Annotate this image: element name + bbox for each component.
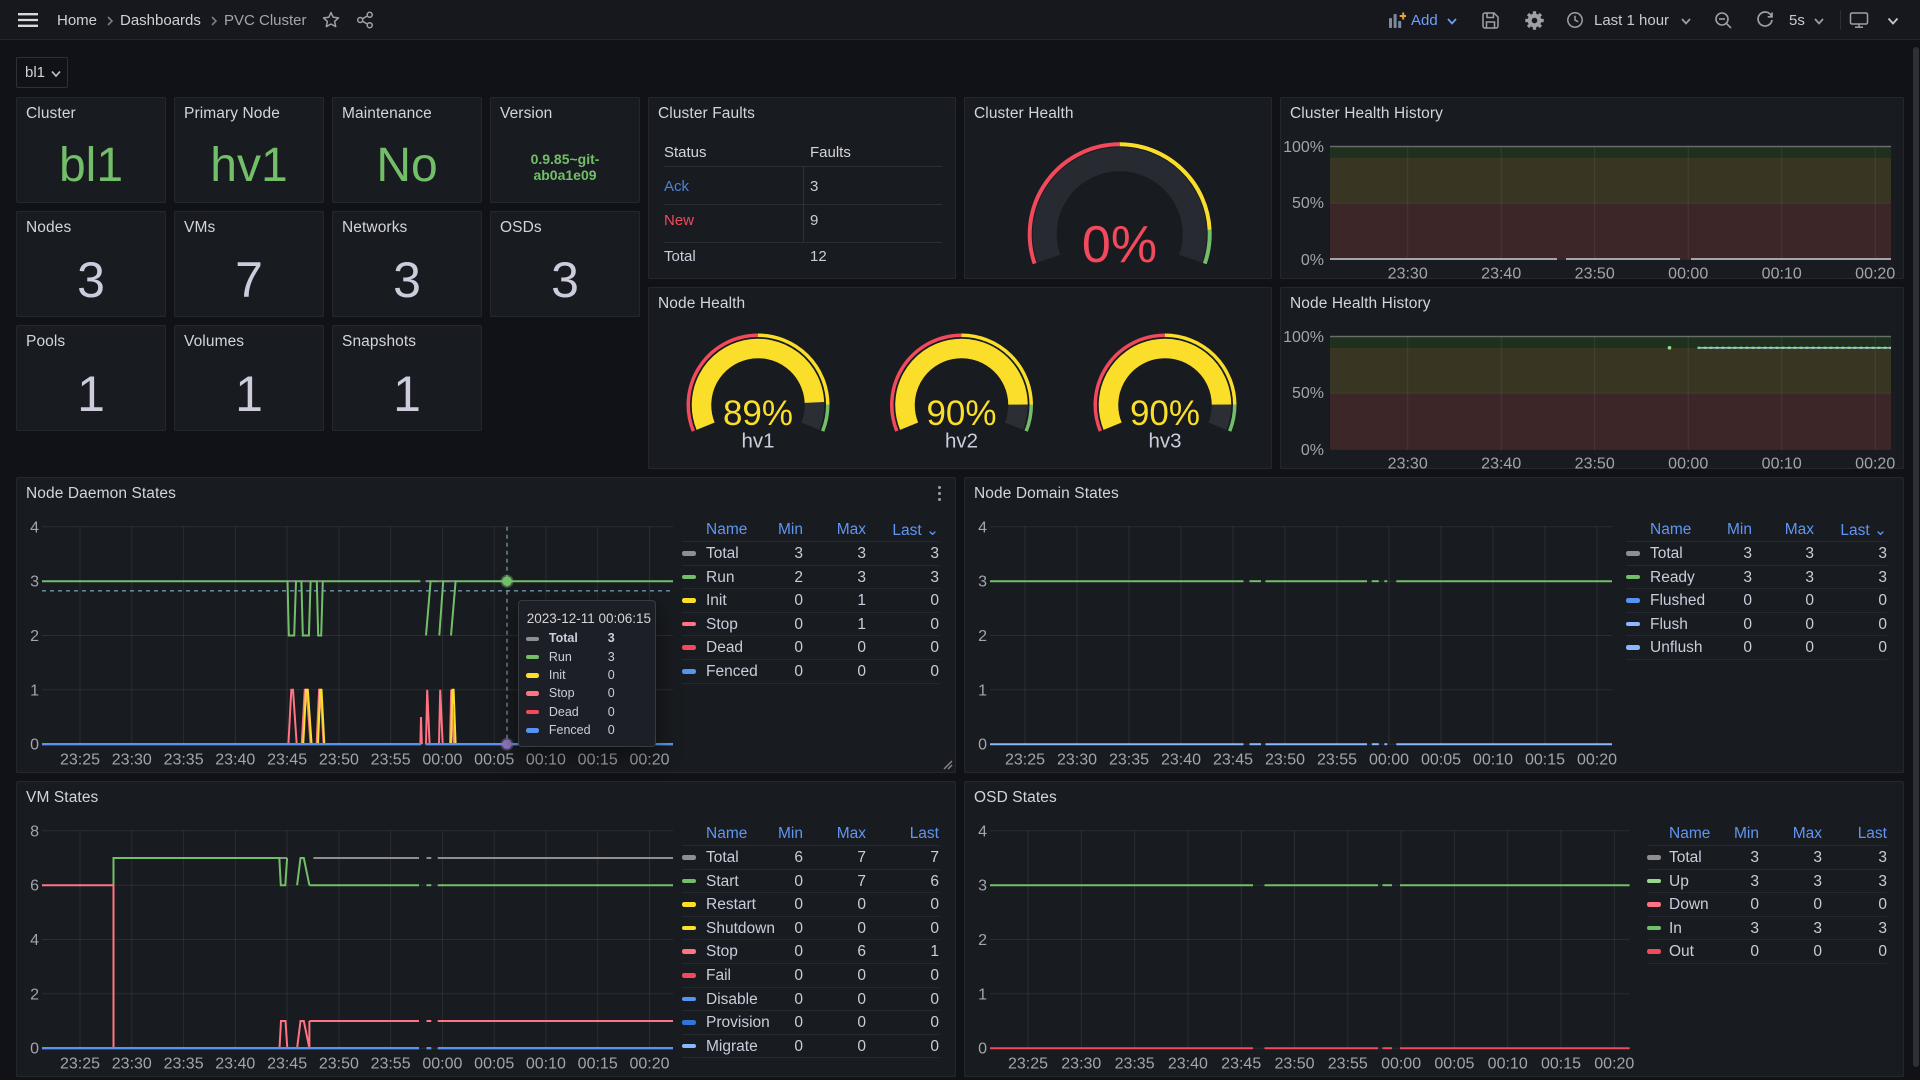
- svg-text:4: 4: [978, 519, 987, 536]
- svg-text:23:50: 23:50: [319, 1055, 359, 1072]
- svg-text:hv1: hv1: [741, 429, 774, 452]
- svg-text:00:05: 00:05: [474, 1055, 514, 1072]
- svg-text:23:40: 23:40: [1481, 455, 1521, 470]
- svg-text:0: 0: [30, 1040, 39, 1057]
- svg-text:00:20: 00:20: [629, 1055, 669, 1072]
- svg-text:00:00: 00:00: [1381, 1055, 1421, 1072]
- svg-text:2: 2: [30, 628, 39, 645]
- svg-text:00:10: 00:10: [1762, 265, 1802, 280]
- svg-text:23:40: 23:40: [1481, 265, 1521, 280]
- svg-text:00:20: 00:20: [1577, 751, 1617, 768]
- svg-text:23:50: 23:50: [319, 751, 359, 768]
- svg-text:8: 8: [30, 823, 39, 840]
- svg-text:23:45: 23:45: [1213, 751, 1253, 768]
- svg-text:23:30: 23:30: [1057, 751, 1097, 768]
- svg-text:23:45: 23:45: [267, 751, 307, 768]
- svg-text:23:40: 23:40: [1168, 1055, 1208, 1072]
- svg-text:23:50: 23:50: [1575, 265, 1615, 280]
- svg-text:23:50: 23:50: [1575, 455, 1615, 470]
- svg-text:23:45: 23:45: [267, 1055, 307, 1072]
- svg-text:3: 3: [30, 573, 39, 590]
- svg-text:90%: 90%: [1130, 394, 1200, 433]
- svg-text:23:25: 23:25: [60, 751, 100, 768]
- svg-text:2: 2: [30, 986, 39, 1003]
- svg-text:23:35: 23:35: [1115, 1055, 1155, 1072]
- svg-text:6: 6: [30, 877, 39, 894]
- svg-text:0: 0: [978, 1040, 987, 1057]
- svg-text:4: 4: [30, 932, 39, 949]
- svg-text:00:15: 00:15: [1541, 1055, 1581, 1072]
- svg-text:23:55: 23:55: [1317, 751, 1357, 768]
- svg-text:00:10: 00:10: [1762, 455, 1802, 470]
- svg-text:00:10: 00:10: [526, 1055, 566, 1072]
- svg-text:23:30: 23:30: [1388, 455, 1428, 470]
- svg-text:23:30: 23:30: [1388, 265, 1428, 280]
- svg-text:23:30: 23:30: [112, 1055, 152, 1072]
- svg-text:00:00: 00:00: [422, 1055, 462, 1072]
- svg-text:50%: 50%: [1292, 385, 1324, 402]
- svg-text:00:05: 00:05: [474, 751, 514, 768]
- svg-text:00:20: 00:20: [1855, 265, 1895, 280]
- svg-text:23:30: 23:30: [112, 751, 152, 768]
- svg-text:3: 3: [978, 877, 987, 894]
- svg-text:23:25: 23:25: [1005, 751, 1045, 768]
- svg-text:23:40: 23:40: [215, 1055, 255, 1072]
- svg-text:23:35: 23:35: [164, 751, 204, 768]
- svg-text:0%: 0%: [1301, 252, 1324, 269]
- svg-text:00:10: 00:10: [1488, 1055, 1528, 1072]
- svg-text:90%: 90%: [926, 394, 996, 433]
- svg-text:100%: 100%: [1283, 329, 1324, 346]
- svg-text:23:45: 23:45: [1221, 1055, 1261, 1072]
- svg-text:2: 2: [978, 628, 987, 645]
- svg-text:00:15: 00:15: [1525, 751, 1565, 768]
- svg-text:23:50: 23:50: [1265, 751, 1305, 768]
- svg-text:hv2: hv2: [945, 429, 978, 452]
- svg-text:4: 4: [978, 823, 987, 840]
- svg-text:00:05: 00:05: [1421, 751, 1461, 768]
- svg-text:0%: 0%: [1301, 442, 1324, 459]
- svg-text:23:35: 23:35: [164, 1055, 204, 1072]
- svg-text:00:00: 00:00: [1369, 751, 1409, 768]
- svg-text:23:55: 23:55: [371, 1055, 411, 1072]
- svg-text:23:35: 23:35: [1109, 751, 1149, 768]
- svg-text:1: 1: [978, 682, 987, 699]
- svg-text:23:40: 23:40: [215, 751, 255, 768]
- svg-text:23:55: 23:55: [371, 751, 411, 768]
- svg-text:00:00: 00:00: [1668, 455, 1708, 470]
- svg-text:00:20: 00:20: [629, 751, 669, 768]
- svg-text:00:20: 00:20: [1855, 455, 1895, 470]
- svg-text:00:20: 00:20: [1594, 1055, 1634, 1072]
- svg-text:23:30: 23:30: [1061, 1055, 1101, 1072]
- svg-text:00:00: 00:00: [1668, 265, 1708, 280]
- svg-text:4: 4: [30, 519, 39, 536]
- svg-text:23:25: 23:25: [60, 1055, 100, 1072]
- svg-text:00:15: 00:15: [578, 751, 618, 768]
- svg-text:2: 2: [978, 932, 987, 949]
- svg-text:1: 1: [978, 986, 987, 1003]
- svg-text:0: 0: [978, 736, 987, 753]
- svg-text:23:25: 23:25: [1008, 1055, 1048, 1072]
- svg-text:00:00: 00:00: [422, 751, 462, 768]
- svg-text:3: 3: [978, 573, 987, 590]
- svg-text:100%: 100%: [1283, 139, 1324, 156]
- svg-text:23:55: 23:55: [1328, 1055, 1368, 1072]
- svg-text:00:05: 00:05: [1434, 1055, 1474, 1072]
- svg-text:0: 0: [30, 736, 39, 753]
- svg-text:00:15: 00:15: [578, 1055, 618, 1072]
- svg-text:23:50: 23:50: [1274, 1055, 1314, 1072]
- svg-text:23:40: 23:40: [1161, 751, 1201, 768]
- svg-text:00:10: 00:10: [526, 751, 566, 768]
- svg-text:50%: 50%: [1292, 195, 1324, 212]
- svg-text:1: 1: [30, 682, 39, 699]
- svg-text:00:10: 00:10: [1473, 751, 1513, 768]
- svg-text:hv3: hv3: [1148, 429, 1181, 452]
- svg-text:89%: 89%: [723, 394, 793, 433]
